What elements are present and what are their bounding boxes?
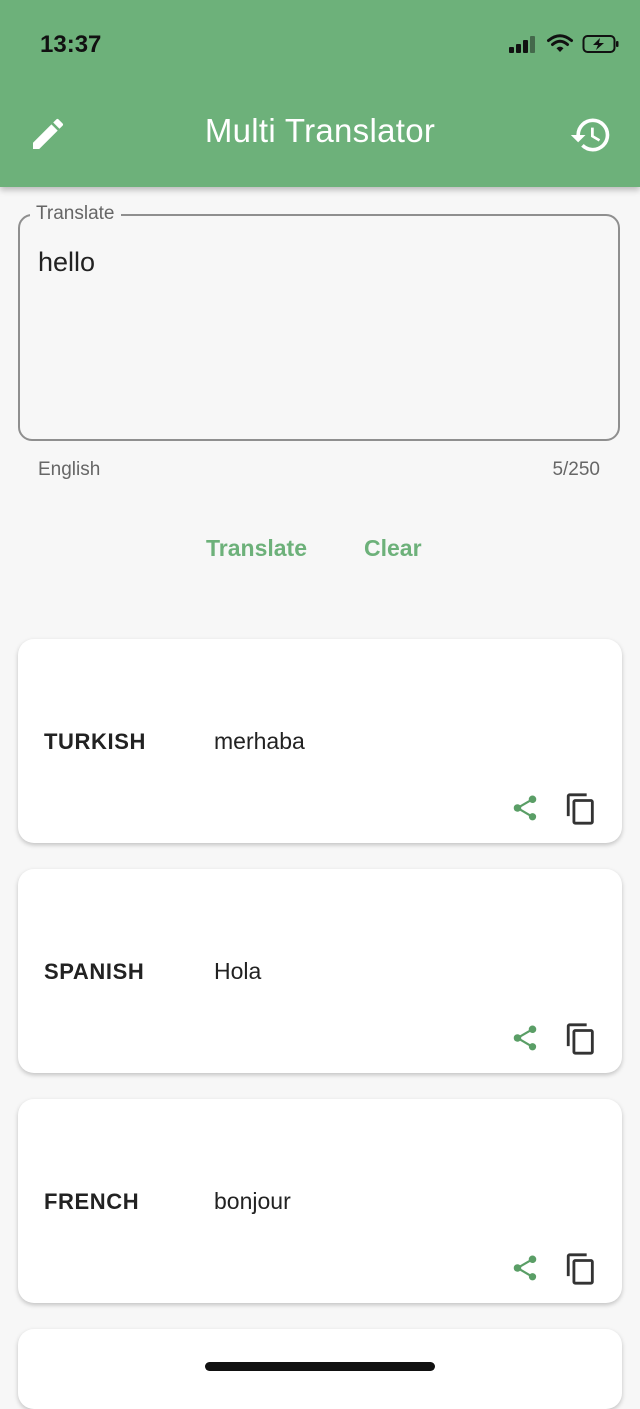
status-time: 13:37 (40, 31, 102, 58)
result-text: bonjour (214, 1188, 291, 1214)
wifi-icon (547, 34, 573, 52)
battery-charging-icon (582, 35, 619, 53)
share-icon[interactable] (510, 1253, 540, 1283)
app-bar: 13:37 Multi Translator (0, 0, 640, 187)
result-card: FRENCH bonjour (18, 1099, 622, 1303)
translate-button[interactable]: Translate (206, 535, 307, 562)
translate-input-field[interactable] (18, 214, 620, 441)
page-title: Multi Translator (204, 112, 436, 149)
result-language: SPANISH (44, 959, 145, 984)
cellular-signal-icon (509, 36, 535, 53)
result-text: Hola (214, 958, 262, 984)
result-text: merhaba (214, 728, 305, 754)
clear-button[interactable]: Clear (364, 535, 422, 562)
history-icon[interactable] (569, 113, 613, 157)
copy-icon[interactable] (564, 792, 598, 826)
source-language: English (38, 459, 101, 480)
copy-icon[interactable] (564, 1022, 598, 1056)
character-counter: 5/250 (552, 459, 600, 480)
input-value[interactable]: hello (38, 247, 95, 278)
share-icon[interactable] (510, 1023, 540, 1053)
home-indicator (205, 1362, 435, 1371)
result-card: SPANISH Hola (18, 869, 622, 1073)
result-language: TURKISH (44, 729, 146, 754)
result-card: TURKISH merhaba (18, 639, 622, 843)
copy-icon[interactable] (564, 1252, 598, 1286)
result-language: FRENCH (44, 1189, 140, 1214)
status-icons (508, 34, 620, 54)
share-icon[interactable] (510, 793, 540, 823)
input-label: Translate (30, 203, 121, 225)
